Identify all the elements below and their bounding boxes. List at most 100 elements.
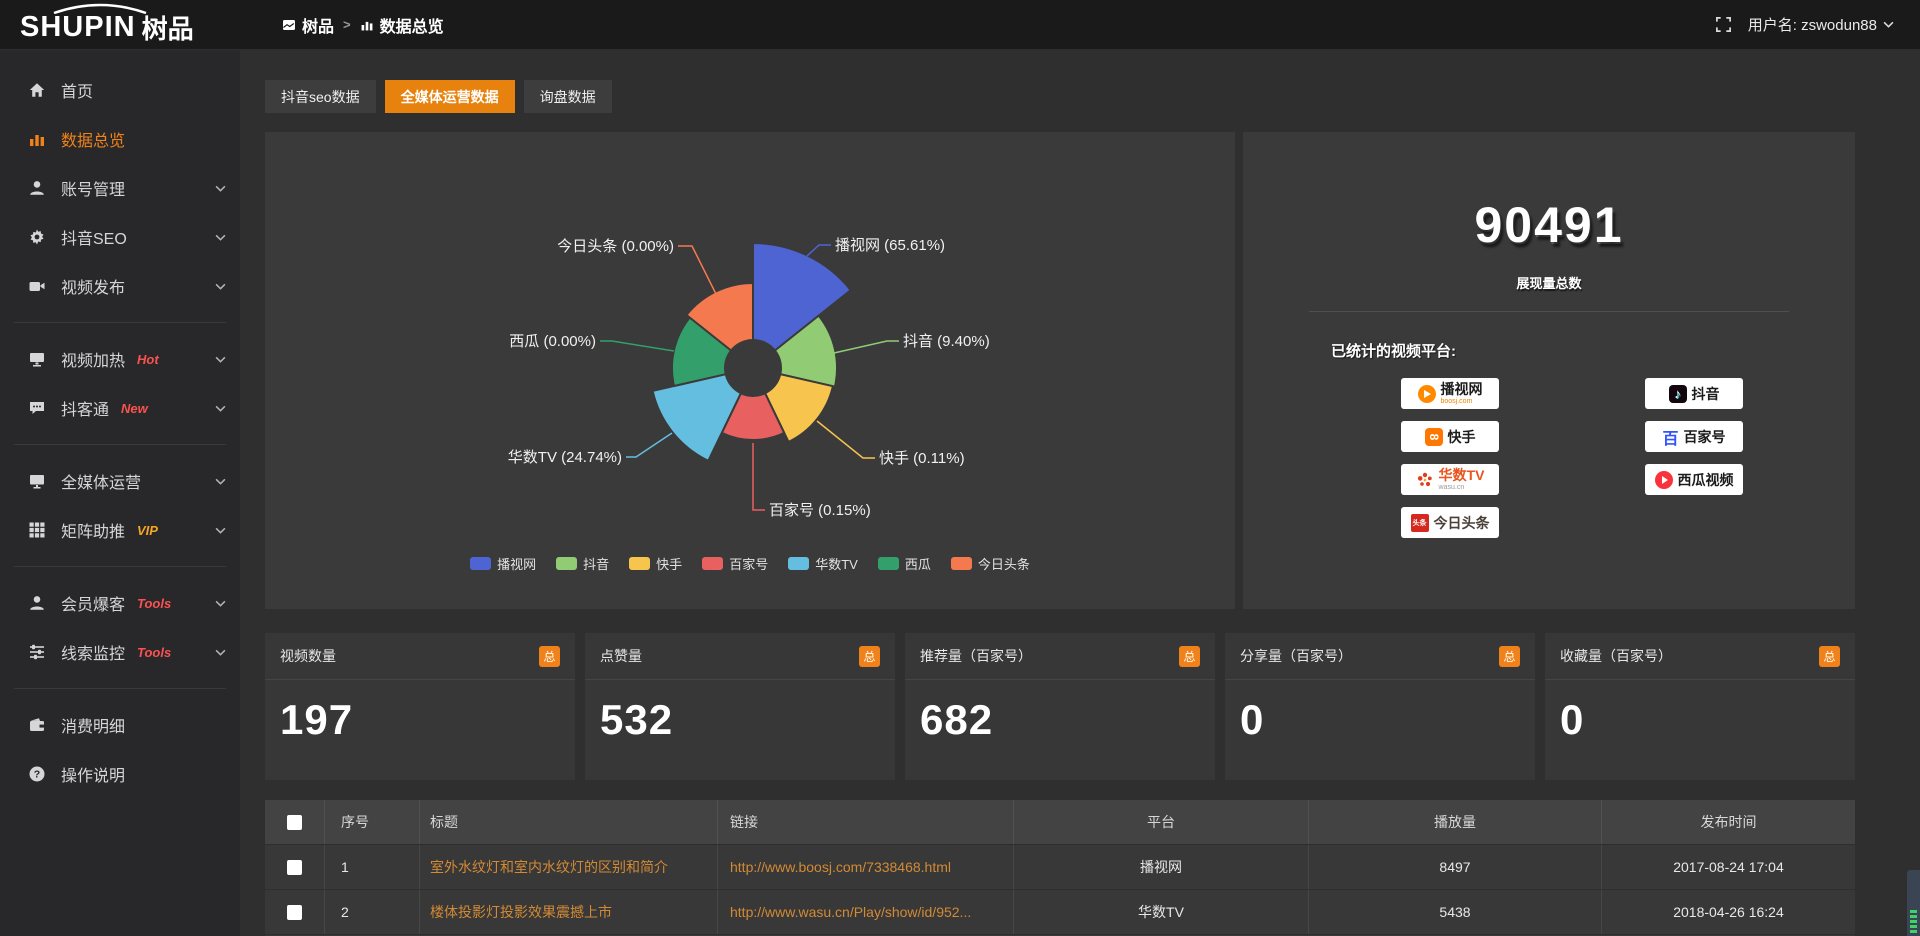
label-line-boosj [807,245,831,256]
platform-badges-left: 播视网boosj.com8快手华数TVwasu.cn头条今日头条 [1401,378,1499,550]
tab-inquiry-data[interactable]: 询盘数据 [524,80,612,113]
main-content: 抖音seo数据全媒体运营数据询盘数据 播视网 (65.61%)抖音 (9.40%… [240,80,1920,936]
row-checkbox[interactable] [287,860,302,875]
sidebar-item-data-overview[interactable]: 数据总览 [0,117,240,161]
legend-swatch-baijiahao [702,557,723,570]
total-badge[interactable]: 总 [1499,646,1520,667]
logo-text-cn: 树品 [142,9,194,46]
sidebar-item-operation-guide[interactable]: ?操作说明 [0,752,240,796]
video-url-link[interactable]: http://www.boosj.com/7338468.html [730,859,951,875]
sidebar-item-member-burst[interactable]: 会员爆客Tools [0,581,240,625]
sidebar-item-label: 会员爆客 [61,591,125,615]
table-cell-plays: 5438 [1309,890,1602,934]
app-logo: SHUPIN 树品 [0,0,240,49]
user-menu[interactable]: 用户名: zswodun88 [1748,14,1894,35]
table-cell-plays: 8497 [1309,845,1602,889]
topbar: SHUPIN 树品 树品 > 数据总览 用户名: zswodun88 [0,0,1920,50]
pie-label-douyin: 抖音 (9.40%) [903,333,990,350]
row-checkbox[interactable] [287,905,302,920]
widget-bar [1910,915,1917,918]
fullscreen-icon[interactable] [1715,16,1732,33]
select-all-checkbox[interactable] [287,815,302,830]
wallet-icon [28,716,46,734]
table-row: 2 楼体投影灯投影效果震撼上市 http://www.wasu.cn/Play/sh… [265,890,1855,934]
legend-item-toutiao[interactable]: 今日头条 [951,554,1030,573]
legend-item-xigua[interactable]: 西瓜 [878,554,931,573]
summary-panel: 90491 展现量总数 已统计的视频平台: 播视网boosj.com8快手华数T… [1243,132,1855,609]
sidebar-item-consume-detail[interactable]: 消费明细 [0,703,240,747]
video-title-link[interactable]: 楼体投影灯投影效果震撼上市 [430,902,612,922]
sidebar-item-account-management[interactable]: 账号管理 [0,166,240,210]
stat-card-share-count: 分享量（百家号）总0 [1225,633,1535,780]
sidebar-tag-new: New [121,401,148,416]
total-badge[interactable]: 总 [1819,646,1840,667]
legend-item-boosj[interactable]: 播视网 [470,554,536,573]
pie-label-wasu: 华数TV (24.74%) [508,449,622,466]
sidebar-item-label: 消费明细 [61,713,125,737]
legend-label: 今日头条 [978,554,1030,573]
platform-badge-toutiao: 头条今日头条 [1401,507,1499,538]
sidebar-item-lead-monitor[interactable]: 线索监控Tools [0,630,240,674]
sidebar-item-home[interactable]: 首页 [0,68,240,112]
legend-label: 华数TV [815,554,858,573]
platform-name: 抖音 [1692,384,1720,404]
table-cell-link: http://www.wasu.cn/Play/show/id/952... [718,890,1014,934]
grid-icon [28,521,46,539]
sidebar-item-video-boost[interactable]: 视频加热Hot [0,337,240,381]
platform-domain: wasu.cn [1439,484,1465,491]
legend-item-wasu[interactable]: 华数TV [788,554,858,573]
module-icon [282,18,296,32]
platform-badge-baijiahao: 百百家号 [1645,421,1743,452]
legend-item-baijiahao[interactable]: 百家号 [702,554,768,573]
sidebar-item-matrix-assist[interactable]: 矩阵助推VIP [0,508,240,552]
video-icon [28,277,46,295]
sidebar-item-label: 首页 [61,78,93,102]
baijiahao-logo-icon: 百 [1662,425,1678,449]
platform-name: 今日头条 [1434,513,1490,533]
legend-item-douyin[interactable]: 抖音 [556,554,609,573]
chevron-down-icon [1883,21,1894,28]
data-tabs: 抖音seo数据全媒体运营数据询盘数据 [265,80,1855,113]
chevron-down-icon [215,600,226,607]
legend-item-kuaishou[interactable]: 快手 [629,554,682,573]
table-header-cell: 平台 [1014,800,1309,844]
platform-name: 百家号 [1684,427,1726,447]
breadcrumb-home-label: 树品 [302,13,334,37]
pie-label-xigua: 西瓜 (0.00%) [509,333,596,350]
table-cell-platform: 华数TV [1014,890,1309,934]
floating-widget[interactable] [1907,870,1920,936]
breadcrumb-page[interactable]: 数据总览 [360,13,444,37]
chevron-down-icon [215,283,226,290]
breadcrumb-separator: > [343,17,351,32]
platforms-title: 已统计的视频平台: [1331,340,1456,361]
tab-douyin-seo-data[interactable]: 抖音seo数据 [265,80,376,113]
video-url-link[interactable]: http://www.wasu.cn/Play/show/id/952... [730,904,971,920]
table-header-cell: 序号 [325,800,420,844]
tab-media-operation-data[interactable]: 全媒体运营数据 [385,80,515,113]
platform-domain: boosj.com [1441,398,1473,405]
label-line-baijiahao [753,443,765,510]
platform-badge-text: 华数TVwasu.cn [1439,468,1485,491]
sidebar-item-label: 线索监控 [61,640,125,664]
total-badge[interactable]: 总 [1179,646,1200,667]
chevron-down-icon [215,356,226,363]
table-header-cell: 播放量 [1309,800,1602,844]
video-title-link[interactable]: 室外水纹灯和室内水纹灯的区别和简介 [430,857,668,877]
table-cell-checkbox [265,890,325,934]
user-icon [28,594,46,612]
table-cell-num: 2 [325,890,420,934]
sidebar-item-douyin-seo[interactable]: 抖音SEO [0,215,240,259]
breadcrumb-home[interactable]: 树品 [282,13,334,37]
stat-card-value: 0 [1560,696,1855,744]
sidebar-item-video-publish[interactable]: 视频发布 [0,264,240,308]
pie-slice-wasu[interactable] [653,374,741,461]
rose-chart-panel: 播视网 (65.61%)抖音 (9.40%)快手 (0.11%)百家号 (0.1… [265,132,1235,609]
sidebar-item-douketong[interactable]: 抖客通New [0,386,240,430]
topbar-right: 用户名: zswodun88 [1715,14,1920,35]
sidebar-item-media-operation[interactable]: 全媒体运营 [0,459,240,503]
breadcrumb-page-label: 数据总览 [380,13,444,37]
table-cell-link: http://www.boosj.com/7338468.html [718,845,1014,889]
total-badge[interactable]: 总 [859,646,880,667]
total-badge[interactable]: 总 [539,646,560,667]
table-cell-time: 2017-08-24 17:04 [1602,845,1855,889]
